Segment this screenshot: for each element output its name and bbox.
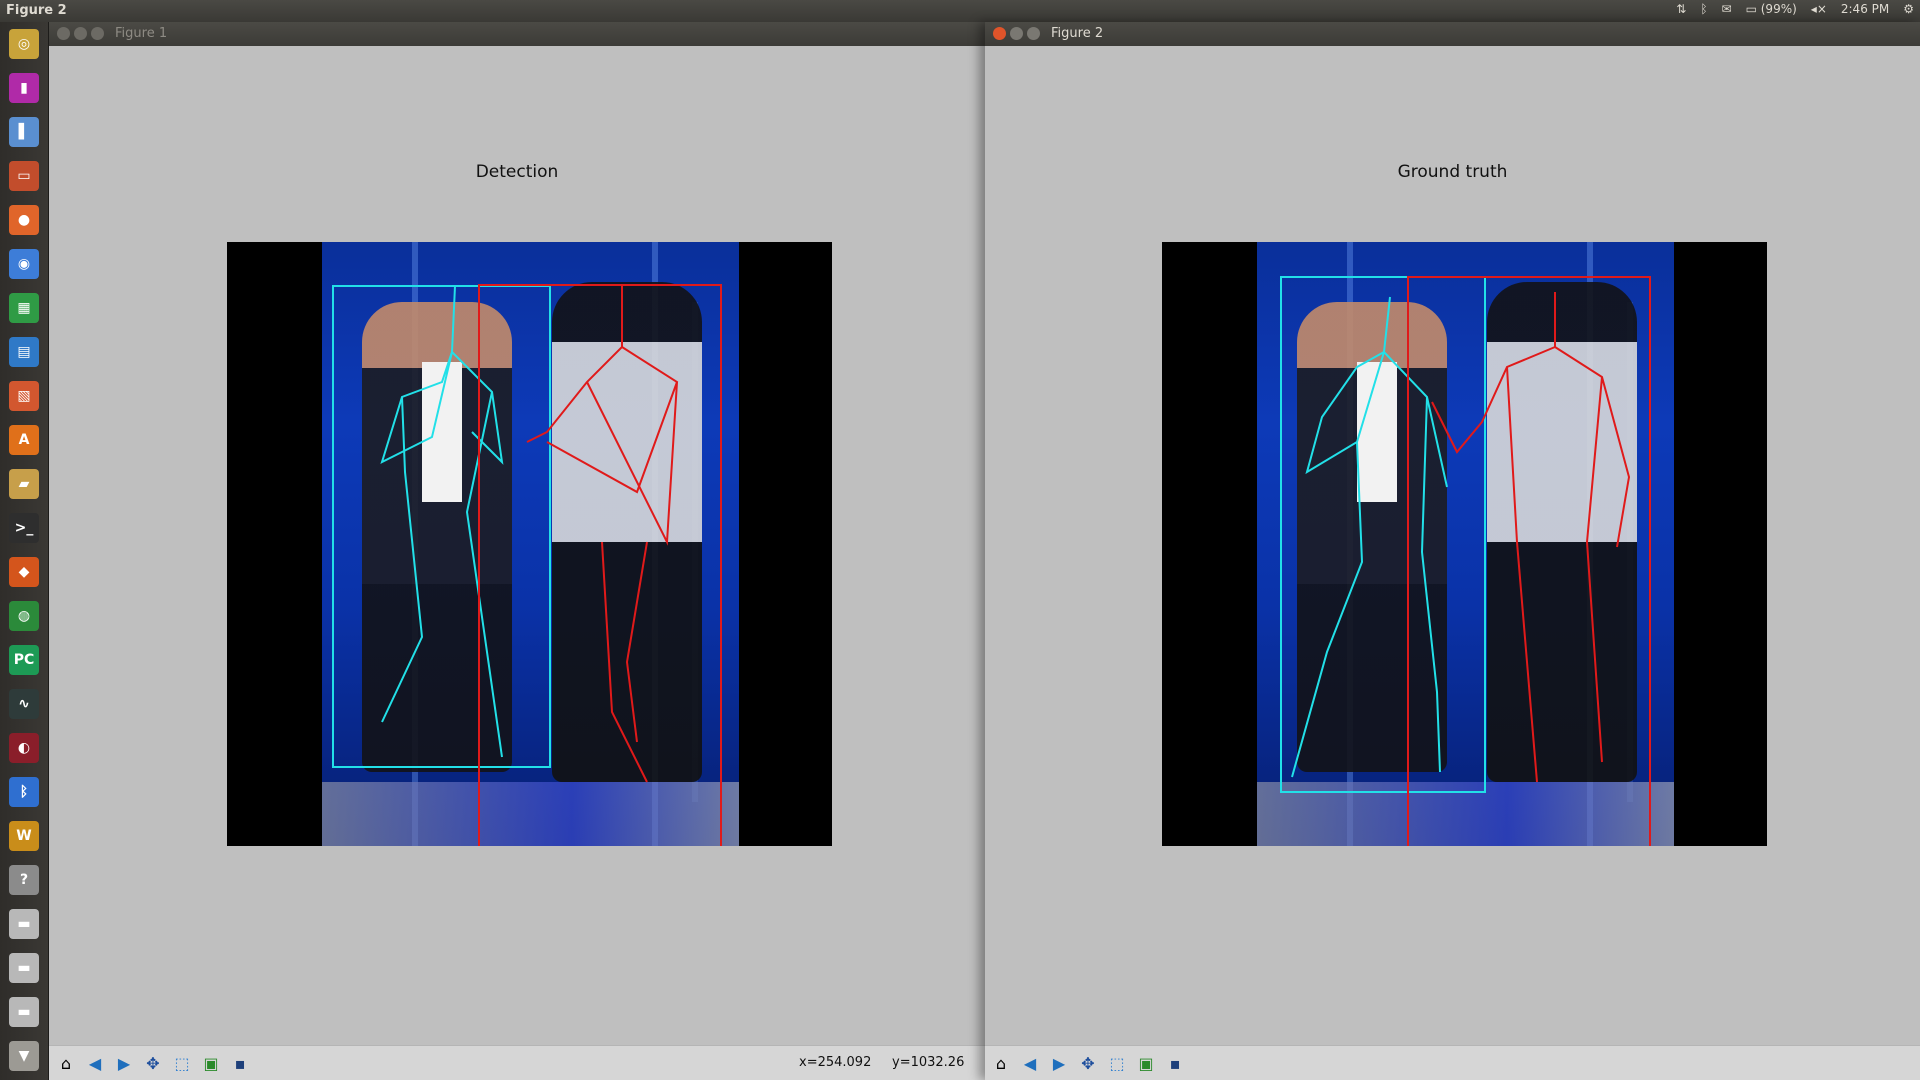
back-icon[interactable]: ◀: [1018, 1051, 1042, 1075]
launcher-item-chromium[interactable]: ◉: [5, 245, 43, 283]
close-icon[interactable]: [993, 27, 1006, 40]
launcher-item-impress[interactable]: ▧: [5, 377, 43, 415]
launcher-item-trash[interactable]: ▼: [5, 1037, 43, 1075]
configure-subplots-icon[interactable]: ▣: [199, 1051, 223, 1075]
media-app-icon: ◐: [9, 733, 39, 763]
battery-indicator[interactable]: ▭ (99%): [1746, 2, 1797, 16]
window-title: Figure 1: [115, 26, 168, 41]
launcher-item-drive-1[interactable]: ▬: [5, 905, 43, 943]
matplotlib-toolbar: ⌂ ◀ ▶ ✥ ⬚ ▣ ▪ x=254.092 y=1032.26: [49, 1045, 985, 1080]
chromium-icon: ◉: [9, 249, 39, 279]
launcher-item-drive-2[interactable]: ▬: [5, 949, 43, 987]
trash-icon: ▼: [9, 1041, 39, 1071]
pan-icon[interactable]: ✥: [1076, 1051, 1100, 1075]
oscilloscope-icon: W: [9, 821, 39, 851]
launcher-item-bluetooth[interactable]: ᛒ: [5, 773, 43, 811]
system-monitor-icon: ∿: [9, 689, 39, 719]
plot-title: Detection: [475, 162, 559, 182]
zoom-icon[interactable]: ⬚: [1105, 1051, 1129, 1075]
plot-title: Ground truth: [1397, 162, 1508, 182]
figure-1-window: Figure 1 Detection ⌂ ◀ ▶ ✥ ⬚ ▣ ▪ x=254.0…: [49, 22, 985, 1080]
network-icon[interactable]: ⇅: [1676, 2, 1686, 16]
groundtruth-box-red: [1407, 276, 1651, 846]
volume-icon[interactable]: ◂×: [1811, 2, 1827, 16]
detection-box-cyan: [332, 285, 551, 768]
figure-2-window: Figure 2 Ground truth ⌂ ◀ ▶ ✥ ⬚ ▣ ▪: [985, 22, 1920, 1080]
window-title: Figure 2: [1051, 26, 1104, 41]
archive-manager-icon: ▰: [9, 469, 39, 499]
image-axes[interactable]: [227, 242, 832, 846]
thermometer-icon: ▌: [9, 117, 39, 147]
window-titlebar[interactable]: Figure 1: [49, 22, 985, 46]
pan-icon[interactable]: ✥: [141, 1051, 165, 1075]
bluetooth-icon: ᛒ: [9, 777, 39, 807]
configure-subplots-icon[interactable]: ▣: [1134, 1051, 1158, 1075]
maximize-icon[interactable]: [91, 27, 104, 40]
launcher-item-drive-3[interactable]: ▬: [5, 993, 43, 1031]
clock[interactable]: 2:46 PM: [1841, 2, 1889, 16]
terminal-icon: >_: [9, 513, 39, 543]
back-icon[interactable]: ◀: [83, 1051, 107, 1075]
pose-overlay: [332, 284, 722, 846]
launcher-item-spreadsheet[interactable]: ▦: [5, 289, 43, 327]
top-panel: Figure 2 ⇅ ᛒ ✉ ▭ (99%) ◂× 2:46 PM ⚙: [0, 0, 1920, 22]
matplotlib-toolbar: ⌂ ◀ ▶ ✥ ⬚ ▣ ▪: [985, 1045, 1920, 1080]
ubuntu-dash-icon: ◎: [9, 29, 39, 59]
launcher-item-help[interactable]: ?: [5, 861, 43, 899]
drive-1-icon: ▬: [9, 909, 39, 939]
image-axes[interactable]: [1162, 242, 1767, 846]
bluetooth-icon[interactable]: ᛒ: [1700, 2, 1707, 16]
mail-icon[interactable]: ✉: [1722, 2, 1732, 16]
home-icon[interactable]: ⌂: [989, 1051, 1013, 1075]
drive-2-icon: ▬: [9, 953, 39, 983]
active-app-title: Figure 2: [6, 3, 67, 18]
launcher-item-ubuntu-dash[interactable]: ◎: [5, 25, 43, 63]
software-center-icon: A: [9, 425, 39, 455]
minimize-icon[interactable]: [74, 27, 87, 40]
forward-icon[interactable]: ▶: [1047, 1051, 1071, 1075]
spreadsheet-icon: ▦: [9, 293, 39, 323]
zoom-icon[interactable]: ⬚: [170, 1051, 194, 1075]
launcher-item-pycharm[interactable]: PC: [5, 641, 43, 679]
firefox-icon: ●: [9, 205, 39, 235]
matlab-icon: ◆: [9, 557, 39, 587]
launcher-item-thermometer[interactable]: ▌: [5, 113, 43, 151]
launcher-item-video-player[interactable]: ▮: [5, 69, 43, 107]
launcher-item-firefox[interactable]: ●: [5, 201, 43, 239]
launcher-item-archive-manager[interactable]: ▰: [5, 465, 43, 503]
launcher-item-system-monitor[interactable]: ∿: [5, 685, 43, 723]
video-player-icon: ▮: [9, 73, 39, 103]
gear-icon[interactable]: ⚙: [1903, 2, 1914, 16]
launcher-item-writer[interactable]: ▤: [5, 333, 43, 371]
pose-overlay: [1280, 276, 1651, 846]
panel-indicators: ⇅ ᛒ ✉ ▭ (99%) ◂× 2:46 PM ⚙: [1676, 2, 1914, 16]
maximize-icon[interactable]: [1027, 27, 1040, 40]
home-icon[interactable]: ⌂: [54, 1051, 78, 1075]
impress-icon: ▧: [9, 381, 39, 411]
battery-percent: (99%): [1760, 2, 1797, 16]
forward-icon[interactable]: ▶: [112, 1051, 136, 1075]
launcher-item-terminal[interactable]: >_: [5, 509, 43, 547]
minimize-icon[interactable]: [1010, 27, 1023, 40]
pycharm-icon: PC: [9, 645, 39, 675]
help-icon: ?: [9, 865, 39, 895]
close-icon[interactable]: [57, 27, 70, 40]
launcher-item-oscilloscope[interactable]: W: [5, 817, 43, 855]
launcher-item-media-app[interactable]: ◐: [5, 729, 43, 767]
coord-y: y=1032.26: [892, 1055, 965, 1070]
launcher-item-cpu-monitor[interactable]: ◍: [5, 597, 43, 635]
window-titlebar[interactable]: Figure 2: [985, 22, 1920, 46]
writer-icon: ▤: [9, 337, 39, 367]
drive-3-icon: ▬: [9, 997, 39, 1027]
launcher-item-matlab[interactable]: ◆: [5, 553, 43, 591]
save-icon[interactable]: ▪: [228, 1051, 252, 1075]
file-manager-icon: ▭: [9, 161, 39, 191]
coord-x: x=254.092: [799, 1055, 872, 1070]
save-icon[interactable]: ▪: [1163, 1051, 1187, 1075]
launcher-item-software-center[interactable]: A: [5, 421, 43, 459]
cpu-monitor-icon: ◍: [9, 601, 39, 631]
launcher-item-file-manager[interactable]: ▭: [5, 157, 43, 195]
launcher: ◎ ▮ ▌ ▭ ● ◉ ▦ ▤ ▧ A ▰ >_ ◆ ◍ PC ∿ ◐ ᛒ W? ▬ ▬ ▬ ▼: [0, 22, 49, 1080]
